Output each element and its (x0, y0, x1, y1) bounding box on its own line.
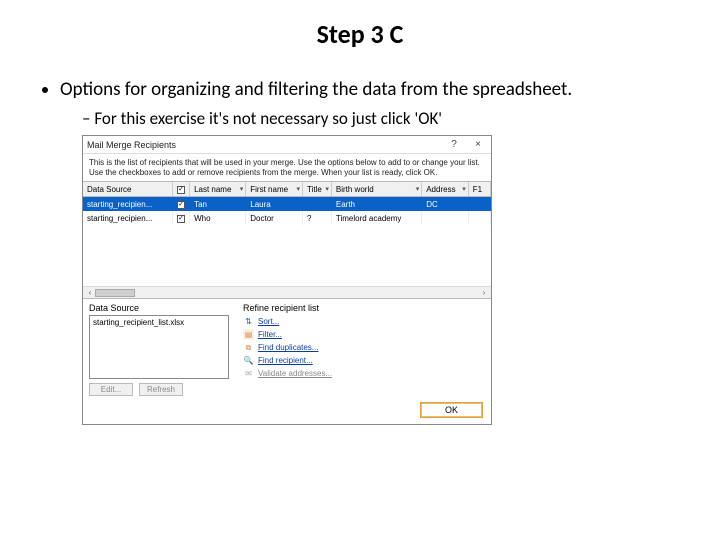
validate-addresses-link: ✉ Validate addresses... (243, 367, 485, 380)
datasource-item[interactable]: starting_recipient_list.xlsx (93, 318, 225, 327)
ok-button[interactable]: OK (420, 402, 483, 418)
table-row[interactable]: starting_recipien... ✓ Who Doctor ? Time… (83, 211, 491, 225)
chevron-down-icon[interactable]: ▾ (416, 185, 420, 193)
col-lastname[interactable]: Last name▾ (190, 182, 246, 197)
dialog-description: This is the list of recipients that will… (83, 154, 491, 181)
validate-icon: ✉ (243, 368, 254, 379)
search-icon: 🔍 (243, 355, 254, 366)
find-duplicates-link[interactable]: ⧉ Find duplicates... (243, 341, 485, 354)
bullet-main: Options for organizing and filtering the… (60, 78, 680, 102)
col-address[interactable]: Address▾ (422, 182, 469, 197)
horizontal-scrollbar[interactable]: ‹ › (83, 286, 491, 298)
refresh-datasource-button: Refresh (139, 383, 183, 396)
chevron-down-icon[interactable]: ▾ (325, 185, 329, 193)
checkbox-icon[interactable]: ✓ (177, 201, 185, 209)
checkbox-icon[interactable]: ✓ (177, 186, 185, 194)
sort-link[interactable]: ⇅ Sort... (243, 315, 485, 328)
col-f1[interactable]: F1 (468, 182, 490, 197)
bullet-sub: For this exercise it's not necessary so … (82, 108, 680, 129)
col-datasource[interactable]: Data Source (83, 182, 173, 197)
chevron-down-icon[interactable]: ▾ (240, 185, 244, 193)
datasource-label: Data Source (89, 303, 229, 313)
find-recipient-link[interactable]: 🔍 Find recipient... (243, 354, 485, 367)
col-firstname[interactable]: First name▾ (246, 182, 303, 197)
col-birthworld[interactable]: Birth world▾ (331, 182, 421, 197)
close-button[interactable]: × (469, 137, 487, 153)
sort-icon: ⇅ (243, 316, 254, 327)
recipients-grid[interactable]: Data Source ✓ Last name▾ First name▾ Tit… (83, 181, 491, 299)
scroll-thumb[interactable] (95, 289, 135, 297)
dialog-titlebar[interactable]: Mail Merge Recipients ? × (83, 136, 491, 154)
filter-icon: ▤ (243, 329, 254, 340)
scroll-right-icon[interactable]: › (479, 288, 489, 297)
help-button[interactable]: ? (445, 137, 463, 153)
mail-merge-recipients-dialog: Mail Merge Recipients ? × This is the li… (82, 135, 492, 425)
col-title[interactable]: Title▾ (303, 182, 332, 197)
duplicates-icon: ⧉ (243, 342, 254, 353)
col-checkbox-all[interactable]: ✓ (173, 182, 190, 197)
dialog-title: Mail Merge Recipients (87, 140, 439, 150)
filter-link[interactable]: ▤ Filter... (243, 328, 485, 341)
chevron-down-icon[interactable]: ▾ (296, 185, 300, 193)
refine-label: Refine recipient list (243, 303, 485, 313)
table-row[interactable]: starting_recipien... ✓ Tan Laura Earth D… (83, 197, 491, 212)
datasource-list[interactable]: starting_recipient_list.xlsx (89, 315, 229, 379)
grid-header-row: Data Source ✓ Last name▾ First name▾ Tit… (83, 182, 491, 197)
edit-datasource-button: Edit... (89, 383, 133, 396)
checkbox-icon[interactable]: ✓ (177, 215, 185, 223)
scroll-left-icon[interactable]: ‹ (85, 288, 95, 297)
slide-title: Step 3 C (40, 18, 680, 50)
chevron-down-icon[interactable]: ▾ (462, 185, 466, 193)
